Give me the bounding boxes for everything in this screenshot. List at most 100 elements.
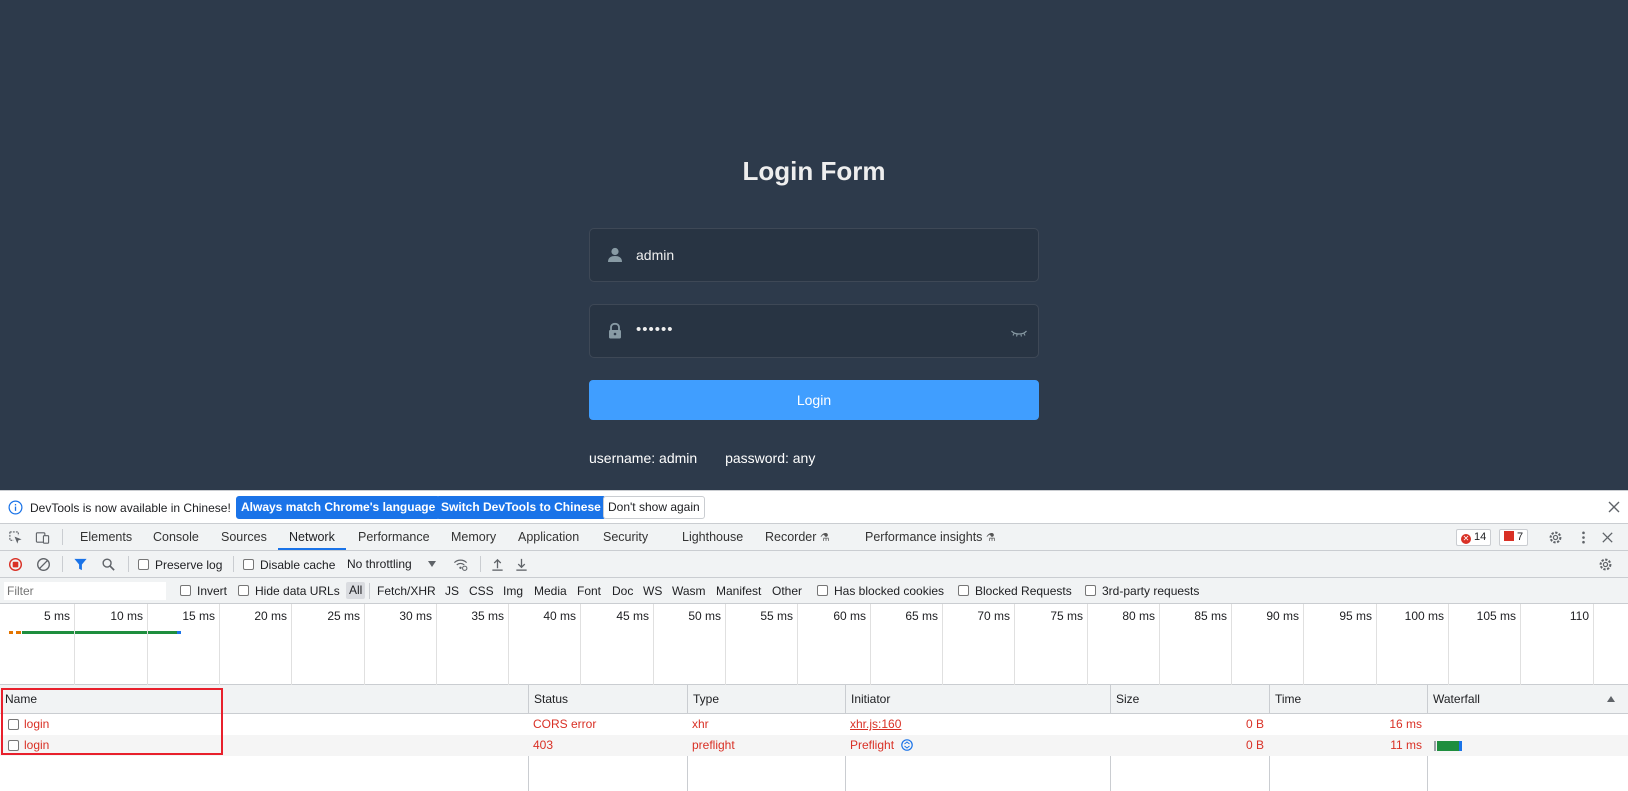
issues-count-badge[interactable]: 7 (1499, 529, 1529, 546)
network-overview[interactable]: 5 ms 10 ms 15 ms 20 ms 25 ms 30 ms 35 ms 40 ms 4… (0, 604, 1628, 685)
tab-lighthouse[interactable]: Lighthouse (682, 524, 743, 550)
type-filter-other[interactable]: Other (772, 584, 802, 598)
request-initiator[interactable]: Preflight (850, 738, 914, 752)
request-status: CORS error (533, 717, 597, 731)
tip-password: password: any (725, 450, 816, 466)
timeline-label: 60 ms (833, 609, 866, 623)
disable-cache-checkbox[interactable] (243, 559, 254, 570)
record-stop-icon[interactable] (8, 557, 23, 572)
login-button[interactable]: Login (589, 380, 1039, 420)
type-filter-ws[interactable]: WS (643, 584, 662, 598)
type-filter-js[interactable]: JS (445, 584, 459, 598)
invert-label: Invert (197, 584, 228, 598)
type-filter-css[interactable]: CSS (469, 584, 494, 598)
type-filter-manifest[interactable]: Manifest (716, 584, 761, 598)
eye-closed-icon[interactable] (1010, 323, 1028, 341)
timeline-label: 20 ms (254, 609, 287, 623)
language-infobar: DevTools is now available in Chinese! Al… (0, 491, 1628, 524)
close-icon[interactable] (1608, 501, 1620, 513)
username-input[interactable]: admin (636, 247, 674, 263)
gear-icon[interactable] (1548, 530, 1563, 545)
password-input[interactable]: •••••• (636, 321, 674, 338)
inspect-element-icon[interactable] (8, 530, 23, 545)
request-initiator-link[interactable]: xhr.js:160 (850, 717, 901, 731)
timeline-gridline (364, 604, 365, 685)
match-language-button[interactable]: Always match Chrome's language (236, 496, 441, 519)
network-conditions-icon[interactable] (453, 557, 468, 572)
column-initiator[interactable]: Initiator (846, 685, 890, 713)
type-filter-media[interactable]: Media (534, 584, 567, 598)
tab-recorder-label: Recorder (765, 530, 817, 544)
search-icon[interactable] (101, 557, 116, 572)
switch-chinese-button[interactable]: Switch DevTools to Chinese (436, 496, 606, 519)
waterfall-queue-bar (1434, 741, 1436, 751)
tab-performance[interactable]: Performance (358, 524, 430, 550)
tab-performance-insights[interactable]: Performance insights ⚗ (865, 524, 996, 550)
timeline-label: 110 (1569, 609, 1589, 623)
timeline-gridline (1014, 604, 1015, 685)
has-blocked-cookies-checkbox[interactable] (817, 585, 828, 596)
table-row[interactable]: login 403 preflight Preflight 0 B 11 ms (0, 735, 1628, 756)
hide-data-urls-checkbox[interactable] (238, 585, 249, 596)
login-tips: username: admin password: any (589, 450, 815, 466)
third-party-checkbox[interactable] (1085, 585, 1096, 596)
dont-show-again-button[interactable]: Don't show again (603, 496, 705, 519)
import-har-icon[interactable] (490, 557, 505, 572)
type-filter-img[interactable]: Img (503, 584, 523, 598)
password-field[interactable]: •••••• (589, 304, 1039, 358)
timeline-label: 35 ms (471, 609, 504, 623)
timeline-gridline (1448, 604, 1449, 685)
tab-console[interactable]: Console (153, 524, 199, 550)
type-filter-all[interactable]: All (346, 582, 366, 599)
type-filter-fetch-xhr[interactable]: Fetch/XHR (377, 584, 436, 598)
preflight-link-icon[interactable] (901, 739, 914, 751)
tab-application[interactable]: Application (518, 524, 579, 550)
filter-input[interactable] (4, 582, 166, 600)
clear-icon[interactable] (36, 557, 51, 572)
infobar-text: DevTools is now available in Chinese! (30, 501, 231, 515)
experiment-flask-icon: ⚗ (985, 532, 996, 544)
tab-security[interactable]: Security (603, 524, 648, 550)
column-type[interactable]: Type (688, 685, 719, 713)
tab-recorder[interactable]: Recorder ⚗ (765, 524, 830, 550)
tab-memory[interactable]: Memory (451, 524, 496, 550)
preserve-log-checkbox[interactable] (138, 559, 149, 570)
sort-ascending-icon (1607, 696, 1615, 702)
filter-icon[interactable] (73, 557, 88, 572)
table-row[interactable]: login CORS error xhr xhr.js:160 0 B 16 m… (0, 714, 1628, 735)
timeline-gridline (508, 604, 509, 685)
column-status[interactable]: Status (529, 685, 568, 713)
invert-checkbox[interactable] (180, 585, 191, 596)
export-har-icon[interactable] (514, 557, 529, 572)
error-count-badge[interactable]: ✕ 14 (1456, 529, 1492, 546)
lock-icon (609, 322, 621, 339)
preserve-log-label: Preserve log (155, 558, 223, 572)
throttling-select[interactable]: No throttling (347, 557, 412, 571)
column-time[interactable]: Time (1270, 685, 1301, 713)
device-toolbar-icon[interactable] (35, 530, 50, 545)
request-time: 16 ms (1389, 717, 1422, 731)
timeline-label: 55 ms (760, 609, 793, 623)
timeline-label: 45 ms (616, 609, 649, 623)
login-page: Login Form admin •••••• Login username: … (0, 0, 1628, 490)
error-count: 14 (1474, 531, 1487, 543)
tab-network[interactable]: Network (278, 524, 346, 550)
third-party-label: 3rd-party requests (1102, 584, 1200, 598)
experiment-flask-icon: ⚗ (819, 532, 830, 544)
close-icon[interactable] (1600, 530, 1615, 545)
timeline-gridline (797, 604, 798, 685)
column-waterfall[interactable]: Waterfall (1428, 685, 1480, 713)
column-size[interactable]: Size (1111, 685, 1139, 713)
type-filter-doc[interactable]: Doc (612, 584, 633, 598)
network-filterbar: Invert Hide data URLs All Fetch/XHR JS C… (0, 578, 1628, 604)
type-filter-wasm[interactable]: Wasm (672, 584, 706, 598)
blocked-requests-checkbox[interactable] (958, 585, 969, 596)
gear-icon[interactable] (1598, 557, 1613, 572)
tab-sources[interactable]: Sources (221, 524, 267, 550)
chevron-down-icon[interactable] (428, 561, 436, 567)
username-field[interactable]: admin (589, 228, 1039, 282)
more-vertical-icon[interactable] (1576, 530, 1591, 545)
tab-elements[interactable]: Elements (80, 524, 132, 550)
type-filter-font[interactable]: Font (577, 584, 601, 598)
timeline-gridline (580, 604, 581, 685)
